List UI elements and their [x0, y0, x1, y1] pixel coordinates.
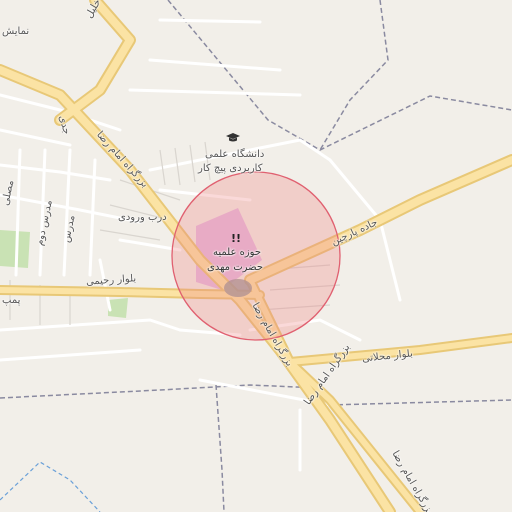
label-pump: پمپ — [2, 295, 21, 306]
boundary-line — [215, 384, 225, 512]
label-seminary-line2: حضرت مهدی — [207, 262, 264, 273]
block-street — [189, 144, 196, 183]
exclamation-poi-icon[interactable]: !! — [231, 233, 241, 244]
label-seminary-line1: حوزه علمیه — [213, 247, 262, 258]
minor-road — [62, 148, 72, 277]
label-darb-vorudi: درب ورودی — [118, 212, 167, 223]
boundary-line — [319, 0, 389, 151]
label-namayesh: نمایش — [2, 26, 30, 37]
block-street — [204, 141, 211, 181]
minor-road — [0, 348, 142, 362]
minor-road — [148, 58, 282, 72]
minor-road — [158, 18, 262, 24]
minor-road — [128, 88, 302, 97]
block-street — [174, 147, 181, 186]
map-canvas[interactable]: !! دانشگاه علمی کاربردی پیچ کار حوزه علم… — [0, 0, 512, 512]
label-university-line1: دانشگاه علمی — [205, 149, 265, 160]
block-street — [99, 229, 161, 241]
minor-road — [118, 238, 182, 252]
boundary-line — [0, 384, 321, 399]
water-line — [0, 461, 101, 512]
minor-road — [0, 318, 182, 332]
graduation-cap-glyph — [226, 133, 240, 142]
boundary-line — [329, 399, 512, 406]
label-university-line2: کاربردی پیچ کار — [198, 163, 263, 174]
